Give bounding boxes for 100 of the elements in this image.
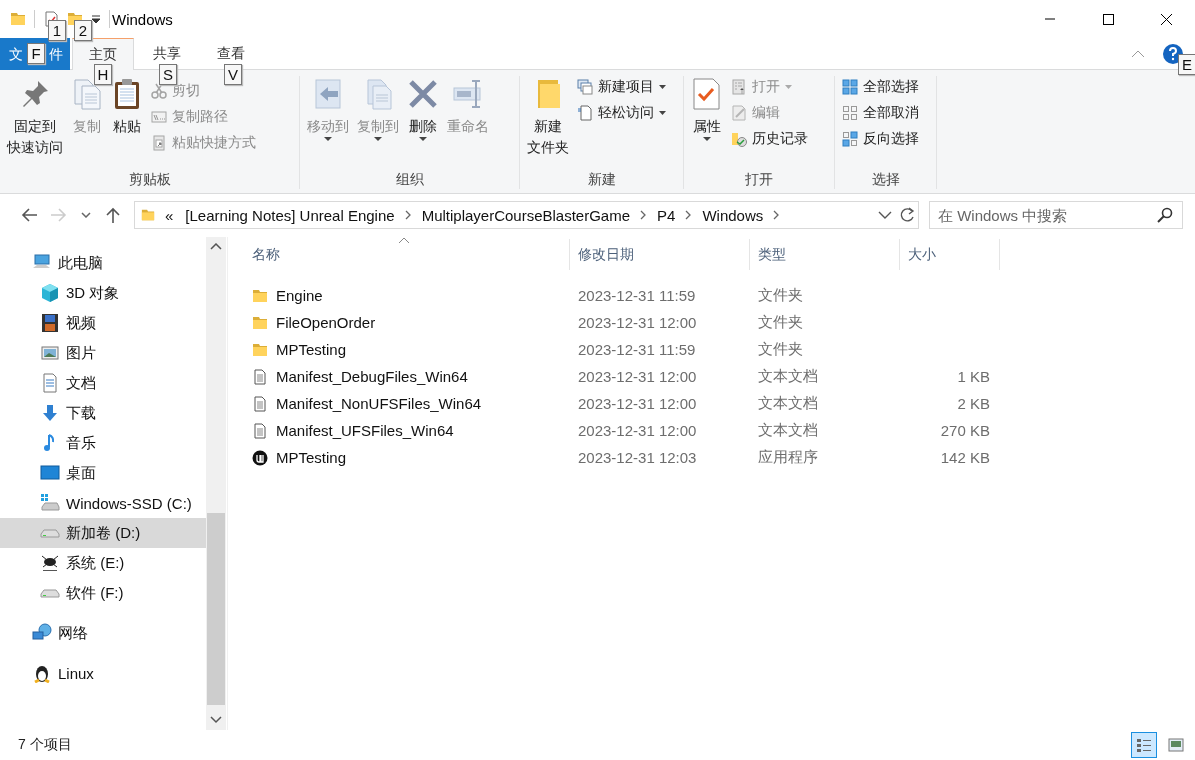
sidebar-item[interactable]: 音乐 — [0, 428, 206, 458]
keytip: F — [27, 43, 45, 64]
ribbon-button[interactable]: 固定到 快速访问 — [4, 76, 66, 166]
breadcrumb-item[interactable]: [Learning Notes] Unreal Engine — [183, 206, 397, 224]
file-name[interactable]: Manifest_DebugFiles_Win64 — [276, 368, 468, 385]
scroll-down-icon — [210, 716, 222, 724]
ribbon-button[interactable]: 新建 文件夹 — [524, 76, 572, 166]
text-file-icon — [252, 368, 268, 385]
sidebar-item[interactable]: 视频 — [0, 308, 206, 338]
chevron-down-icon[interactable] — [878, 211, 892, 219]
sidebar-item[interactable]: 文档 — [0, 368, 206, 398]
chevron-up-icon[interactable] — [1131, 48, 1145, 59]
folder-icon — [10, 11, 26, 27]
sidebar-item[interactable]: 桌面 — [0, 458, 206, 488]
sidebar-item[interactable]: 3D 对象 — [0, 278, 206, 308]
windows-icon — [577, 79, 593, 95]
list-document-icon — [731, 79, 747, 95]
group-label: 打开 — [744, 170, 774, 189]
file-name[interactable]: MPTesting — [276, 341, 347, 358]
maximize-icon — [1101, 12, 1115, 26]
keytip: 1 — [48, 20, 66, 41]
modified-date: 2023-12-31 11:59 — [577, 287, 697, 304]
modified-date: 2023-12-31 12:00 — [577, 422, 698, 439]
window-title: Windows — [112, 10, 174, 28]
text-file-icon — [252, 422, 268, 439]
large-icons-view-icon — [1168, 737, 1184, 753]
checkmark-document-icon — [691, 78, 723, 110]
scroll-up-icon — [210, 243, 222, 251]
sidebar-item[interactable]: 图片 — [0, 338, 206, 368]
file-type: 文本文档 — [757, 394, 819, 413]
file-name[interactable]: FileOpenOrder — [276, 314, 376, 331]
ribbon-button[interactable]: 全部取消 — [839, 102, 922, 124]
drive-icon — [40, 528, 60, 538]
chevron-right-icon[interactable] — [773, 210, 781, 220]
address-bar[interactable]: « [Learning Notes] Unreal Engine MultiplayerCourseBlasterGame P4 Windows — [134, 201, 919, 229]
dropdown-arrow-icon[interactable] — [91, 14, 101, 24]
document-icon — [577, 105, 593, 121]
breadcrumb-item[interactable]: MultiplayerCourseBlasterGame — [419, 206, 633, 224]
file-name[interactable]: Manifest_UFSFiles_Win64 — [276, 422, 454, 439]
chevron-right-icon[interactable] — [685, 210, 693, 220]
sidebar-item[interactable]: 软件 (F:) — [0, 578, 206, 608]
group-label: 剪贴板 — [127, 170, 172, 189]
cube-icon — [40, 283, 60, 303]
ribbon-tab[interactable]: 主页 — [72, 38, 134, 70]
column-header[interactable]: 类型 — [750, 239, 900, 270]
chevron-right-icon[interactable] — [640, 210, 648, 220]
group-label: 新建 — [586, 170, 617, 189]
file-type: 文件夹 — [757, 313, 804, 332]
sidebar-item[interactable]: 下载 — [0, 398, 206, 428]
forward-icon — [51, 208, 67, 222]
view-button[interactable] — [1131, 732, 1157, 758]
drive-icon — [40, 588, 60, 598]
column-header[interactable]: 名称 — [244, 239, 570, 270]
ribbon-button[interactable]: 新建项目 — [574, 76, 669, 98]
grid-icon — [842, 131, 858, 147]
file-type: 应用程序 — [757, 448, 819, 467]
sidebar-item[interactable]: 网络 — [0, 618, 206, 648]
documents-icon — [71, 78, 103, 110]
file-name[interactable]: MPTesting — [276, 449, 347, 466]
refresh-icon[interactable] — [900, 207, 916, 223]
keytip: S — [159, 64, 177, 85]
ribbon-button[interactable]: 全部选择 — [839, 76, 922, 98]
file-name[interactable]: Manifest_NonUFSFiles_Win64 — [276, 395, 482, 412]
file-type: 文件夹 — [757, 286, 804, 305]
sidebar-item[interactable]: 系统 (E:) — [0, 548, 206, 578]
ribbon-button[interactable]: 属性 — [688, 76, 726, 150]
file-name[interactable]: Engine — [276, 287, 323, 304]
chevron-down-icon — [81, 212, 91, 218]
breadcrumb-item[interactable]: P4 — [655, 206, 678, 224]
keytip: 2 — [74, 20, 92, 41]
chevron-right-icon[interactable] — [404, 210, 412, 220]
sidebar-item[interactable]: 新加卷 (D:) — [0, 518, 206, 548]
document-icon — [40, 373, 60, 393]
modified-date: 2023-12-31 12:00 — [577, 368, 698, 385]
modified-date: 2023-12-31 11:59 — [577, 341, 697, 358]
scrollbar-thumb[interactable] — [207, 513, 225, 705]
breadcrumb-item[interactable]: Windows — [700, 206, 766, 224]
modified-date: 2023-12-31 12:03 — [577, 449, 698, 466]
search-field[interactable]: 在 Windows 中搜索 — [929, 201, 1183, 229]
overflow-button[interactable]: « — [163, 206, 176, 224]
ribbon-button[interactable]: 轻松访问 — [574, 102, 669, 124]
column-header[interactable]: 大小 — [900, 239, 1000, 270]
sidebar-item[interactable]: Windows-SSD (C:) — [0, 488, 206, 518]
folder-icon — [252, 287, 268, 304]
monitor-icon — [40, 463, 60, 483]
folder-icon — [252, 314, 268, 331]
network-icon — [32, 623, 52, 643]
keytip: H — [94, 64, 112, 85]
file-type: 文本文档 — [757, 421, 819, 440]
column-header[interactable]: 修改日期 — [570, 239, 750, 270]
grid-icon — [842, 79, 858, 95]
scrollbar[interactable] — [206, 237, 226, 730]
ribbon-button[interactable]: 反向选择 — [839, 128, 922, 150]
drive-icon — [40, 493, 60, 513]
folder-icon — [252, 341, 268, 358]
text-file-icon — [252, 395, 268, 412]
sidebar-item[interactable]: 此电脑 — [0, 248, 206, 278]
ribbon-button[interactable]: 历史记录 — [728, 128, 811, 150]
ribbon-button[interactable]: 删除 — [404, 76, 442, 150]
sidebar-item[interactable]: Linux — [0, 658, 206, 688]
